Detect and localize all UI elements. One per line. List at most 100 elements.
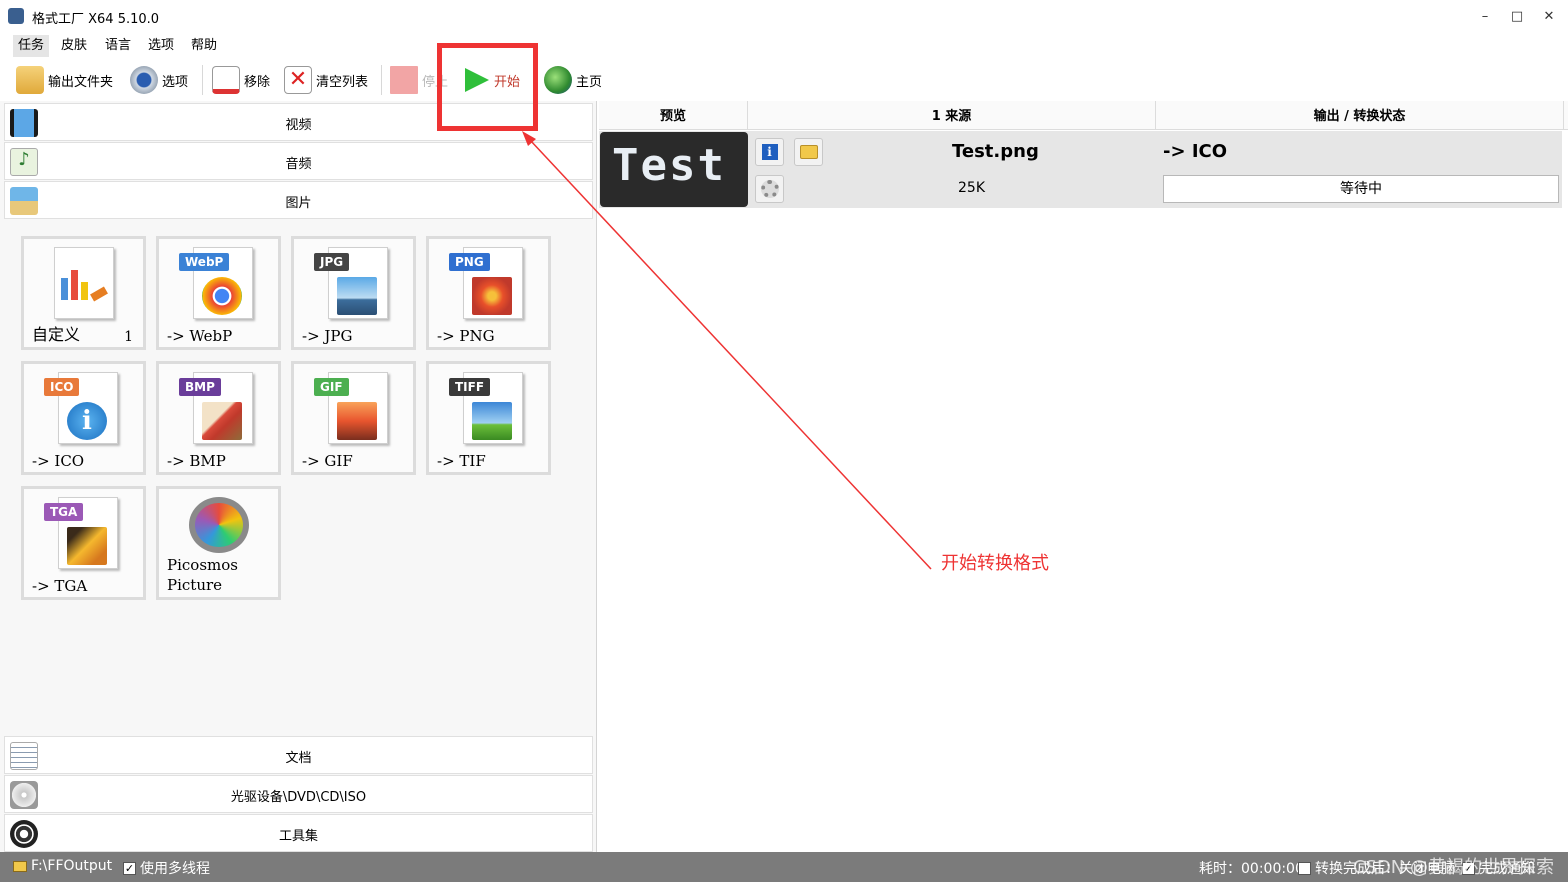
remove-doc-icon bbox=[212, 66, 240, 94]
jpg-badge: JPG bbox=[314, 253, 350, 271]
tile-label: -> ICO bbox=[32, 452, 85, 470]
gif-badge: GIF bbox=[314, 378, 349, 396]
tile-ico[interactable]: ICO i -> ICO bbox=[21, 361, 146, 475]
gear-icon bbox=[130, 66, 158, 94]
menu-skin[interactable]: 皮肤 bbox=[56, 35, 92, 57]
start-highlight-box bbox=[437, 43, 538, 131]
category-tools-label: 工具集 bbox=[278, 829, 318, 844]
tile-png[interactable]: PNG -> PNG bbox=[426, 236, 551, 350]
toolbar-separator bbox=[381, 65, 382, 95]
info-button[interactable]: i bbox=[755, 138, 784, 166]
home-button[interactable]: 主页 bbox=[544, 63, 602, 97]
category-image[interactable]: 图片 bbox=[4, 181, 593, 219]
elapsed-time: 耗时：00:00:00 bbox=[1199, 858, 1304, 878]
tile-picosmos[interactable]: Picosmos Picture bbox=[156, 486, 281, 600]
tile-custom[interactable]: 自定义 1 bbox=[21, 236, 146, 350]
clear-list-label: 清空列表 bbox=[316, 74, 369, 90]
sunset-photo-icon bbox=[337, 402, 377, 440]
category-audio[interactable]: ♪ 音频 bbox=[4, 142, 593, 180]
menu-options[interactable]: 选项 bbox=[143, 35, 179, 57]
category-document[interactable]: 文档 bbox=[4, 736, 593, 774]
chrome-icon bbox=[202, 277, 242, 315]
ico-badge: ICO bbox=[44, 378, 80, 396]
folder-icon bbox=[16, 66, 44, 94]
tiff-badge: TIFF bbox=[449, 378, 491, 396]
preview-thumbnail: Test bbox=[600, 132, 748, 207]
conversion-status: 等待中 bbox=[1163, 175, 1559, 203]
multithread-option[interactable]: ✓ 使用多线程 bbox=[123, 858, 210, 878]
tile-jpg[interactable]: JPG -> JPG bbox=[291, 236, 416, 350]
toolbar: 输出文件夹 选项 移除 ✕ 清空列表 停止 开始 主页 bbox=[0, 59, 1568, 101]
menu-language[interactable]: 语言 bbox=[100, 35, 136, 57]
open-folder-button[interactable] bbox=[794, 138, 823, 166]
tile-webp[interactable]: WebP -> WebP bbox=[156, 236, 281, 350]
preview-text: Test bbox=[612, 140, 726, 191]
app-logo-icon bbox=[8, 8, 24, 24]
column-preview[interactable]: 预览 bbox=[599, 101, 748, 130]
info-icon: i bbox=[761, 144, 778, 160]
menu-bar: 任务 皮肤 语言 选项 帮助 bbox=[0, 33, 1568, 57]
tile-label: -> TGA bbox=[32, 577, 88, 595]
flower-photo-icon bbox=[472, 277, 512, 315]
output-path[interactable]: F:\FFOutput bbox=[13, 858, 112, 874]
remove-button[interactable]: 移除 bbox=[212, 63, 270, 97]
landscape-photo-icon bbox=[337, 277, 377, 315]
field-photo-icon bbox=[472, 402, 512, 440]
webp-badge: WebP bbox=[179, 253, 230, 271]
annotation-text: 开始转换格式 bbox=[941, 553, 1049, 574]
bmp-badge: BMP bbox=[179, 378, 221, 396]
paint-icon bbox=[202, 402, 242, 440]
output-folder-label: 输出文件夹 bbox=[48, 74, 114, 90]
after-convert-checkbox[interactable] bbox=[1298, 861, 1311, 875]
task-row[interactable]: Test i Test.png 25K -> ICO 等待中 bbox=[599, 131, 1562, 208]
tile-gif[interactable]: GIF -> GIF bbox=[291, 361, 416, 475]
tile-tga[interactable]: TGA -> TGA bbox=[21, 486, 146, 600]
minimize-button[interactable]: – bbox=[1470, 6, 1500, 28]
tile-label: 自定义 bbox=[32, 325, 81, 344]
picosmos-icon bbox=[189, 497, 249, 553]
window-title: 格式工厂 X64 5.10.0 bbox=[32, 12, 160, 27]
home-label: 主页 bbox=[576, 74, 603, 90]
png-badge: PNG bbox=[449, 253, 490, 271]
toolbar-separator bbox=[202, 65, 203, 95]
maximize-button[interactable]: □ bbox=[1502, 6, 1532, 28]
elapsed-time-text: 耗时：00:00:00 bbox=[1199, 861, 1304, 877]
category-image-label: 图片 bbox=[285, 196, 312, 211]
clear-x-icon: ✕ bbox=[284, 66, 312, 94]
folder-icon bbox=[13, 860, 27, 872]
tile-label: -> BMP bbox=[167, 452, 226, 470]
task-list-panel: 预览 1 来源 输出 / 转换状态 Test i Test.png 25K ->… bbox=[599, 101, 1568, 852]
output-format: -> ICO bbox=[1163, 141, 1228, 162]
multithread-checkbox[interactable]: ✓ bbox=[123, 861, 136, 875]
source-file-name: Test.png bbox=[952, 141, 1039, 162]
status-bar: F:\FFOutput ✓ 使用多线程 耗时：00:00:00 转换完成后：关闭… bbox=[0, 852, 1568, 882]
tga-photo-icon bbox=[67, 527, 107, 565]
task-settings-button[interactable] bbox=[755, 175, 784, 203]
options-button[interactable]: 选项 bbox=[130, 63, 188, 97]
source-file-size: 25K bbox=[958, 180, 985, 196]
tile-label: -> JPG bbox=[302, 327, 353, 345]
output-folder-button[interactable]: 输出文件夹 bbox=[16, 63, 113, 97]
category-disc[interactable]: 光驱设备\DVD\CD\ISO bbox=[4, 775, 593, 813]
tile-label: -> PNG bbox=[437, 327, 495, 345]
menu-help[interactable]: 帮助 bbox=[186, 35, 222, 57]
info-icon: i bbox=[67, 402, 107, 440]
category-tools[interactable]: 工具集 bbox=[4, 814, 593, 852]
clear-list-button[interactable]: ✕ 清空列表 bbox=[284, 63, 368, 97]
tile-bmp[interactable]: BMP -> BMP bbox=[156, 361, 281, 475]
remove-label: 移除 bbox=[244, 74, 271, 90]
tile-label: Picosmos Picture bbox=[167, 556, 238, 594]
stop-icon bbox=[390, 66, 418, 94]
folder-icon bbox=[799, 145, 818, 159]
category-audio-label: 音频 bbox=[285, 157, 312, 172]
output-path-text: F:\FFOutput bbox=[31, 858, 113, 874]
tile-label: -> TIF bbox=[437, 452, 486, 470]
close-button[interactable]: ✕ bbox=[1534, 6, 1564, 28]
menu-task[interactable]: 任务 bbox=[13, 35, 50, 57]
custom-chart-icon bbox=[54, 247, 114, 319]
grid-header: 预览 1 来源 输出 / 转换状态 bbox=[599, 101, 1568, 130]
tile-tif[interactable]: TIFF -> TIF bbox=[426, 361, 551, 475]
tile-label: -> WebP bbox=[167, 327, 233, 345]
column-output-status[interactable]: 输出 / 转换状态 bbox=[1156, 101, 1564, 130]
column-source[interactable]: 1 来源 bbox=[748, 101, 1156, 130]
